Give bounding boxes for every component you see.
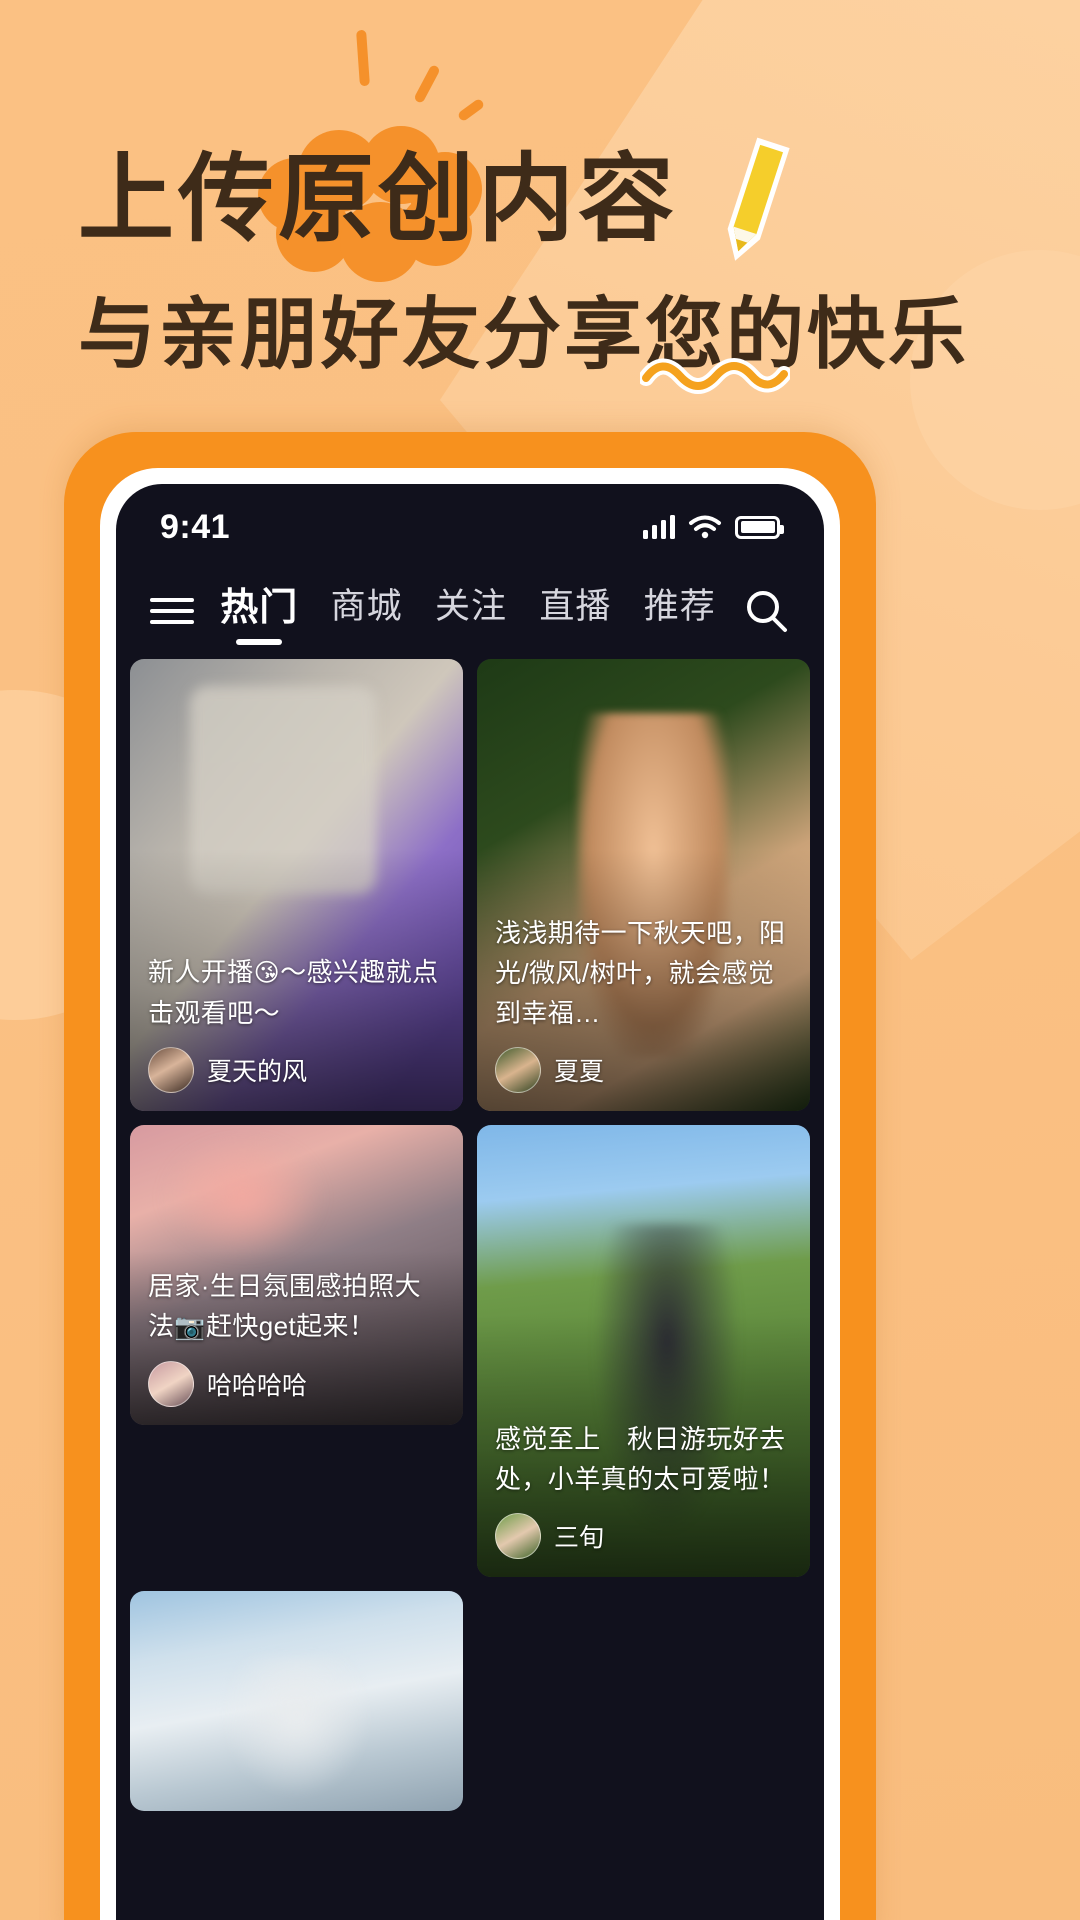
card-caption: 居家·生日氛围感拍照大法📷赶快get起来！: [148, 1266, 445, 1347]
phone-screen: 9:41 热门 商城 关注 直播 推荐 新人开播😘～感兴趣就点击观看吧～ 夏天的…: [116, 484, 824, 1920]
card-meta: 浅浅期待一下秋天吧，阳光/微风/树叶，就会感觉到幸福… 夏夏: [477, 897, 810, 1111]
avatar: [495, 1047, 541, 1093]
status-indicators: [642, 514, 784, 540]
avatar: [148, 1047, 194, 1093]
page-subtitle: 与亲朋好友分享您的快乐: [78, 290, 970, 378]
card-author[interactable]: 三旬: [495, 1513, 792, 1559]
battery-full-icon: [735, 515, 784, 539]
tab-remen[interactable]: 热门: [220, 576, 298, 645]
squiggle-underline-icon: [640, 358, 790, 394]
page-title: 上传原创内容: [78, 146, 678, 253]
status-bar: 9:41: [116, 484, 824, 562]
feed-card[interactable]: 新人开播😘～感兴趣就点击观看吧～ 夏天的风: [130, 659, 463, 1111]
content-feed-grid: 新人开播😘～感兴趣就点击观看吧～ 夏天的风 浅浅期待一下秋天吧，阳光/微风/树叶…: [116, 655, 824, 1811]
wifi-icon: [689, 515, 721, 539]
card-caption-head: 新人开播: [148, 957, 254, 987]
card-meta: 感觉至上 秋日游玩好去处，小羊真的太可爱啦！ 三旬: [477, 1403, 810, 1577]
feed-card[interactable]: 居家·生日氛围感拍照大法📷赶快get起来！ 哈哈哈哈: [130, 1125, 463, 1425]
card-caption-tail: 赶快get起来！: [205, 1311, 376, 1341]
tab-zhibo[interactable]: 直播: [539, 578, 611, 643]
tab-tuijian[interactable]: 推荐: [644, 578, 716, 643]
headline-wrap: 上传原创内容: [78, 126, 1018, 282]
sparkle-icon: [330, 29, 530, 140]
cellular-signal-icon: [642, 515, 675, 539]
camera-emoji-icon: 📷: [174, 1313, 206, 1341]
card-caption: 浅浅期待一下秋天吧，阳光/微风/树叶，就会感觉到幸福…: [495, 918, 786, 1028]
author-name: 三旬: [554, 1524, 605, 1552]
card-author[interactable]: 夏天的风: [148, 1047, 445, 1093]
status-time: 9:41: [160, 507, 231, 546]
hamburger-menu-icon[interactable]: [150, 594, 194, 628]
card-meta: 居家·生日氛围感拍照大法📷赶快get起来！ 哈哈哈哈: [130, 1250, 463, 1425]
feed-card[interactable]: 浅浅期待一下秋天吧，阳光/微风/树叶，就会感觉到幸福… 夏夏: [477, 659, 810, 1111]
card-caption: 感觉至上 秋日游玩好去处，小羊真的太可爱啦！: [495, 1424, 786, 1494]
tab-guanzhu[interactable]: 关注: [435, 578, 507, 643]
card-caption: 新人开播😘～感兴趣就点击观看吧～: [148, 952, 445, 1033]
author-name: 夏夏: [554, 1058, 605, 1086]
pencil-icon: [727, 137, 790, 261]
card-thumbnail: [130, 1591, 463, 1811]
avatar: [495, 1513, 541, 1559]
feed-card[interactable]: 感觉至上 秋日游玩好去处，小羊真的太可爱啦！ 三旬: [477, 1125, 810, 1577]
phone-mockup: 9:41 热门 商城 关注 直播 推荐 新人开播😘～感兴趣就点击观看吧～ 夏天的…: [64, 432, 876, 1920]
search-icon[interactable]: [742, 587, 790, 635]
card-author[interactable]: 夏夏: [495, 1047, 792, 1093]
card-author[interactable]: 哈哈哈哈: [148, 1361, 445, 1407]
avatar: [148, 1361, 194, 1407]
tab-shangcheng[interactable]: 商城: [331, 578, 403, 643]
nav-tab-list: 热门 商城 关注 直播 推荐: [198, 576, 738, 645]
phone-bezel: 9:41 热门 商城 关注 直播 推荐 新人开播😘～感兴趣就点击观看吧～ 夏天的…: [100, 468, 840, 1920]
kiss-emoji-icon: 😘: [253, 959, 281, 987]
card-meta: 新人开播😘～感兴趣就点击观看吧～ 夏天的风: [130, 936, 463, 1111]
feed-card[interactable]: [130, 1591, 463, 1811]
author-name: 夏天的风: [207, 1058, 308, 1086]
top-navigation-bar: 热门 商城 关注 直播 推荐: [116, 562, 824, 655]
author-name: 哈哈哈哈: [207, 1372, 308, 1400]
